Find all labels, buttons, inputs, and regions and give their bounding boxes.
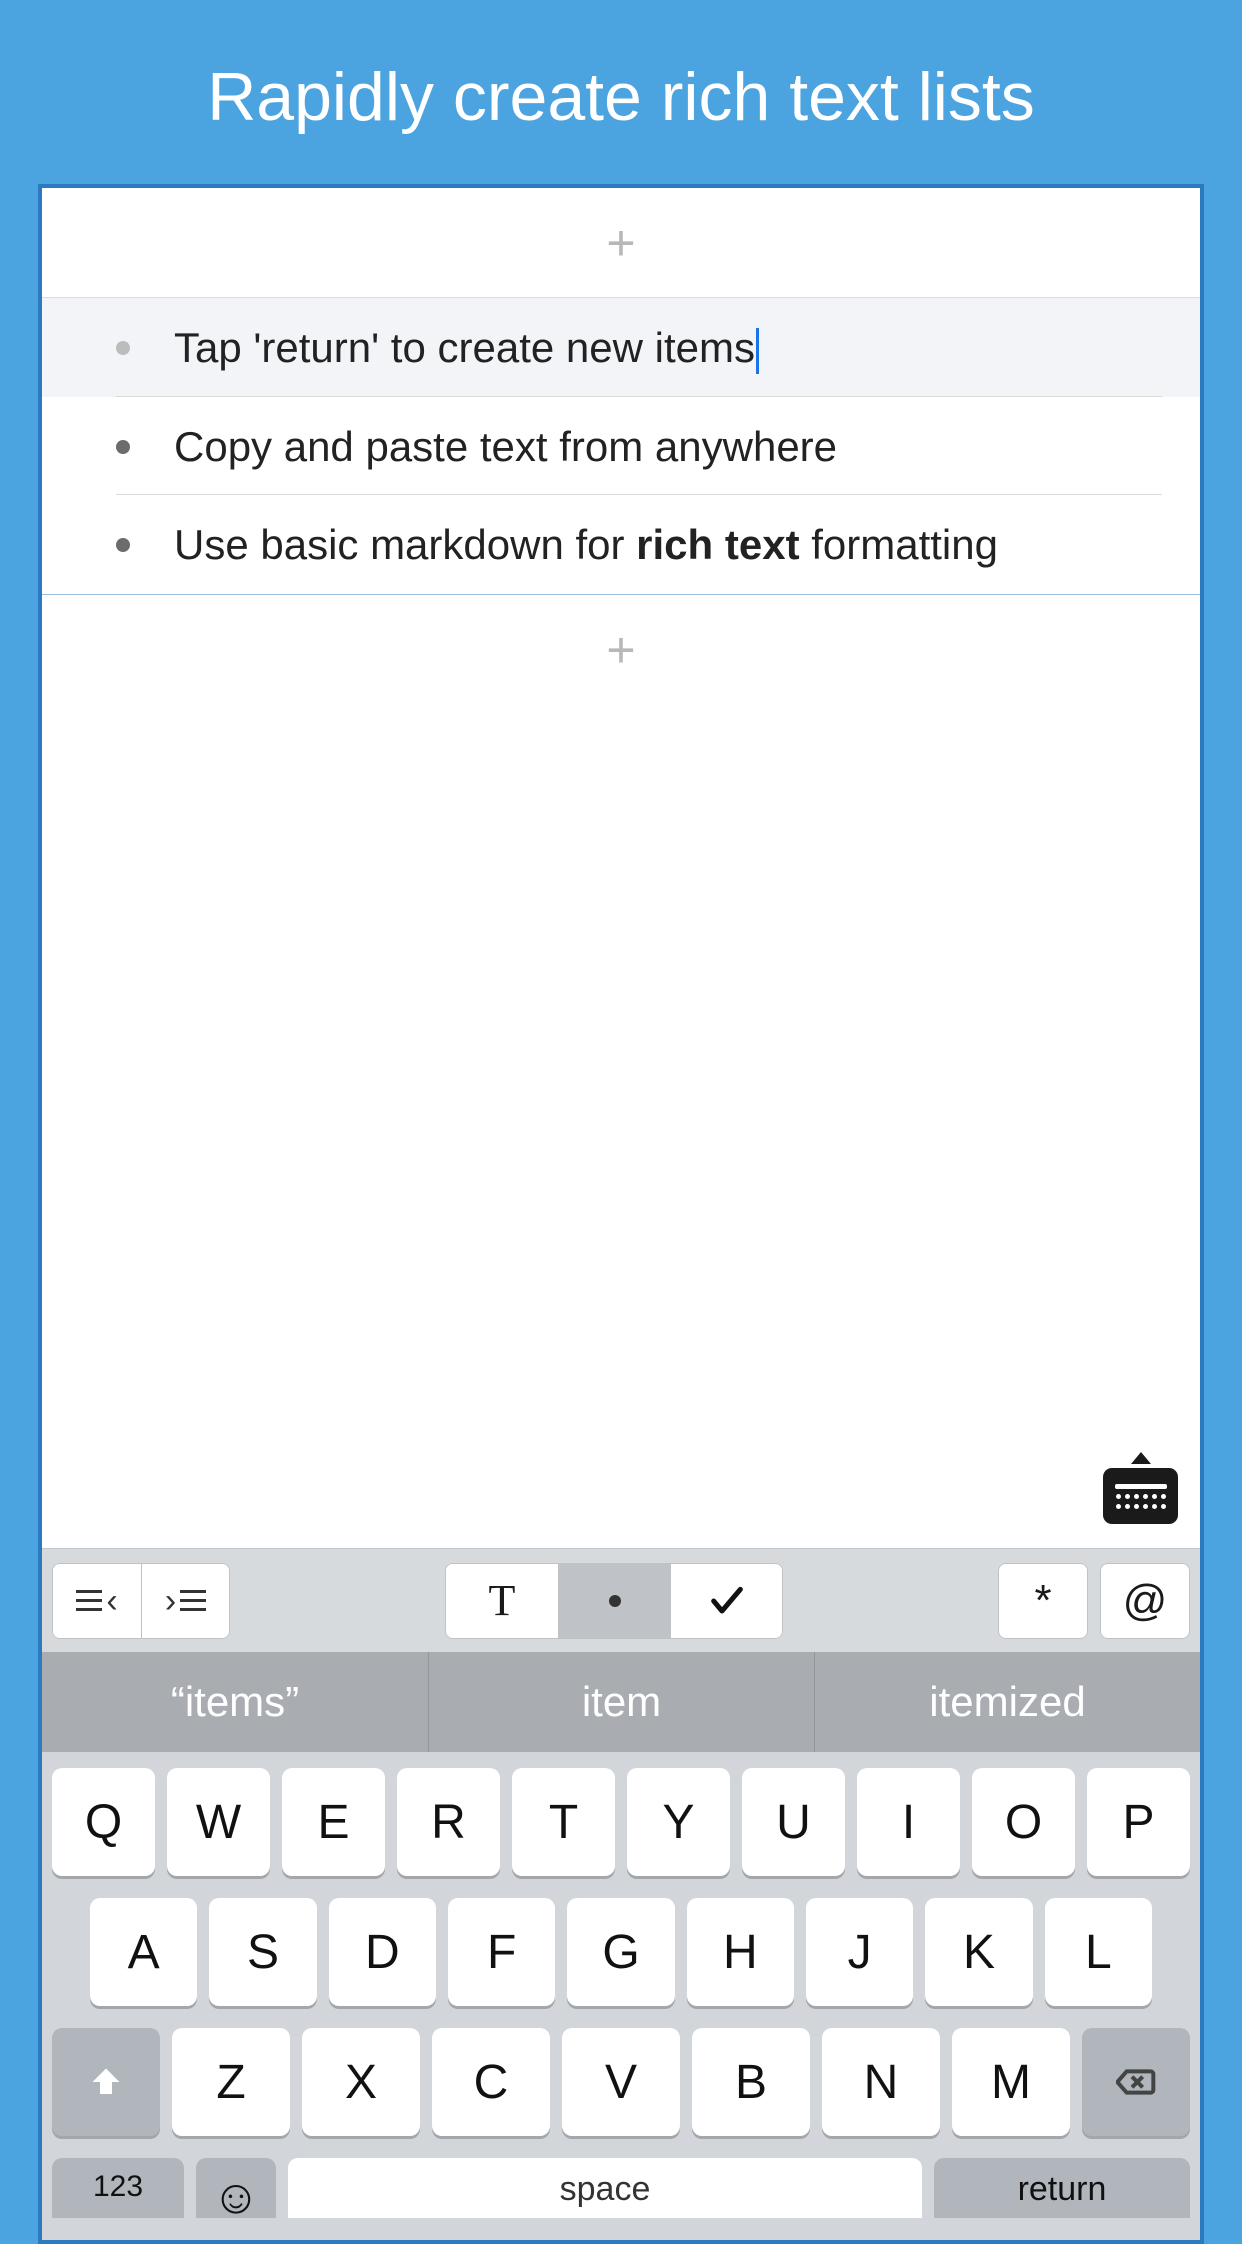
key-d[interactable]: D bbox=[329, 1898, 436, 2006]
emoji-key[interactable]: ☺ bbox=[196, 2158, 276, 2218]
key-n[interactable]: N bbox=[822, 2028, 940, 2136]
keyboard-row: 123 ☺ space return bbox=[52, 2158, 1190, 2218]
key-z[interactable]: Z bbox=[172, 2028, 290, 2136]
star-button-group: * bbox=[998, 1563, 1088, 1639]
space-key[interactable]: space bbox=[288, 2158, 922, 2218]
chevron-left-icon: ‹ bbox=[106, 1584, 117, 1618]
key-e[interactable]: E bbox=[282, 1768, 385, 1876]
key-i[interactable]: I bbox=[857, 1768, 960, 1876]
checkbox-mode-button[interactable] bbox=[670, 1564, 782, 1638]
backspace-key[interactable] bbox=[1082, 2028, 1190, 2136]
text-mode-button[interactable]: T bbox=[446, 1564, 558, 1638]
outdent-button[interactable]: ‹ bbox=[53, 1564, 141, 1638]
bullet-mode-button[interactable] bbox=[558, 1564, 670, 1638]
item-text: Use basic markdown for rich text formatt… bbox=[174, 519, 998, 572]
backspace-icon bbox=[1116, 2067, 1156, 2097]
list-item[interactable]: Copy and paste text from anywhere bbox=[42, 397, 1200, 496]
suggestion[interactable]: item bbox=[428, 1652, 814, 1752]
key-q[interactable]: Q bbox=[52, 1768, 155, 1876]
key-s[interactable]: S bbox=[209, 1898, 316, 2006]
key-m[interactable]: M bbox=[952, 2028, 1070, 2136]
at-button-group: @ bbox=[1100, 1563, 1190, 1639]
bullet-icon bbox=[116, 538, 130, 552]
add-item-top[interactable]: + bbox=[42, 188, 1200, 298]
indent-button[interactable]: › bbox=[141, 1564, 229, 1638]
list-item[interactable]: Tap 'return' to create new items bbox=[42, 298, 1200, 397]
key-j[interactable]: J bbox=[806, 1898, 913, 2006]
key-x[interactable]: X bbox=[302, 2028, 420, 2136]
key-l[interactable]: L bbox=[1045, 1898, 1152, 2006]
shift-icon bbox=[88, 2064, 124, 2100]
keyboard: Q W E R T Y U I O P A S D F G H J K L Z bbox=[42, 1752, 1200, 2240]
key-p[interactable]: P bbox=[1087, 1768, 1190, 1876]
dismiss-keyboard-button[interactable] bbox=[1103, 1468, 1178, 1524]
keyboard-suggestions: “items” item itemized bbox=[42, 1652, 1200, 1752]
promo-title: Rapidly create rich text lists bbox=[0, 0, 1242, 184]
key-g[interactable]: G bbox=[567, 1898, 674, 2006]
shift-key[interactable] bbox=[52, 2028, 160, 2136]
key-k[interactable]: K bbox=[925, 1898, 1032, 2006]
keyboard-row: Q W E R T Y U I O P bbox=[52, 1768, 1190, 1876]
key-v[interactable]: V bbox=[562, 2028, 680, 2136]
suggestion[interactable]: itemized bbox=[814, 1652, 1200, 1752]
key-o[interactable]: O bbox=[972, 1768, 1075, 1876]
numbers-key[interactable]: 123 bbox=[52, 2158, 184, 2218]
list-type-group: T bbox=[445, 1563, 783, 1639]
key-h[interactable]: H bbox=[687, 1898, 794, 2006]
key-a[interactable]: A bbox=[90, 1898, 197, 2006]
plus-icon: + bbox=[606, 214, 635, 272]
asterisk-button[interactable]: * bbox=[999, 1564, 1087, 1638]
keyboard-accessory-bar: ‹ › T * @ bbox=[42, 1548, 1200, 1652]
item-text: Tap 'return' to create new items bbox=[174, 322, 759, 375]
key-w[interactable]: W bbox=[167, 1768, 270, 1876]
list-container: Tap 'return' to create new items Copy an… bbox=[42, 298, 1200, 595]
key-t[interactable]: T bbox=[512, 1768, 615, 1876]
list-item[interactable]: Use basic markdown for rich text formatt… bbox=[42, 495, 1200, 594]
key-c[interactable]: C bbox=[432, 2028, 550, 2136]
content-area[interactable] bbox=[42, 705, 1200, 1549]
plus-icon: + bbox=[606, 621, 635, 679]
at-button[interactable]: @ bbox=[1101, 1564, 1189, 1638]
key-y[interactable]: Y bbox=[627, 1768, 730, 1876]
suggestion[interactable]: “items” bbox=[42, 1652, 428, 1752]
indent-group: ‹ › bbox=[52, 1563, 230, 1639]
key-r[interactable]: R bbox=[397, 1768, 500, 1876]
return-key[interactable]: return bbox=[934, 2158, 1190, 2218]
key-u[interactable]: U bbox=[742, 1768, 845, 1876]
key-b[interactable]: B bbox=[692, 2028, 810, 2136]
bullet-icon bbox=[116, 341, 130, 355]
keyboard-row: Z X C V B N M bbox=[52, 2028, 1190, 2136]
keyboard-row: A S D F G H J K L bbox=[52, 1898, 1190, 2006]
device-frame: + Tap 'return' to create new items Copy … bbox=[38, 184, 1204, 2244]
check-icon bbox=[707, 1581, 747, 1621]
item-text: Copy and paste text from anywhere bbox=[174, 421, 837, 474]
key-f[interactable]: F bbox=[448, 1898, 555, 2006]
text-cursor bbox=[756, 328, 759, 374]
chevron-right-icon: › bbox=[165, 1584, 176, 1618]
bullet-icon bbox=[116, 440, 130, 454]
add-item-bottom[interactable]: + bbox=[42, 595, 1200, 705]
